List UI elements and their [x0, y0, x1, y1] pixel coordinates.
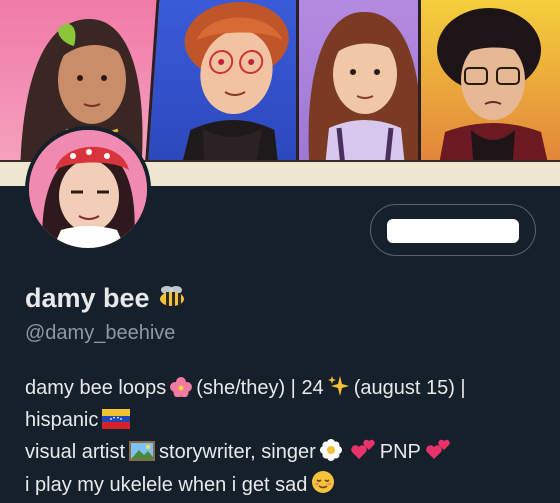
relieved-face-icon	[311, 470, 335, 503]
venezuela-flag-icon	[102, 409, 131, 438]
avatar[interactable]	[29, 130, 147, 248]
banner-panel-3	[296, 0, 431, 186]
bio-line-4: i play my ukelele when i get sad	[25, 470, 545, 503]
character-3-illustration	[308, 11, 422, 186]
sparkles-icon	[327, 375, 350, 406]
daisy-icon	[319, 439, 342, 470]
bio-text: damy bee loops	[25, 377, 167, 399]
character-2-illustration	[176, 2, 289, 186]
character-4-illustration	[435, 8, 553, 186]
two-hearts-icon	[425, 439, 451, 470]
bio-text: (she/they) | 24	[196, 377, 324, 399]
framed-picture-icon	[129, 441, 156, 470]
follow-button[interactable]	[370, 204, 536, 256]
bio-text: visual artist	[25, 441, 126, 463]
redacted-button-label	[387, 219, 519, 243]
profile-handle: @damy_beehive	[25, 322, 176, 344]
bio-text: (august 15) |	[353, 377, 466, 399]
avatar-illustration	[29, 130, 147, 248]
banner-panel-4	[418, 0, 560, 186]
two-hearts-icon	[350, 439, 376, 470]
bio-line-3: visual artist storywriter, singer PNP	[25, 438, 545, 470]
bio-text: i play my ukelele when i get sad	[25, 474, 308, 496]
banner-panel-2	[143, 0, 320, 186]
profile-name-row: damy bee	[25, 283, 190, 314]
bio-line-1: damy bee loops (she/they) | 24 (august 1…	[25, 374, 545, 406]
bio-text: hispanic	[25, 409, 99, 431]
bio-text: PNP	[379, 441, 421, 463]
bee-icon	[158, 284, 186, 313]
profile-bio: damy bee loops (she/they) | 24 (august 1…	[25, 374, 545, 503]
bio-text: storywriter, singer	[159, 441, 316, 463]
display-name: damy bee	[25, 283, 150, 313]
hibiscus-icon	[170, 377, 193, 406]
bio-line-2: hispanic	[25, 406, 545, 438]
